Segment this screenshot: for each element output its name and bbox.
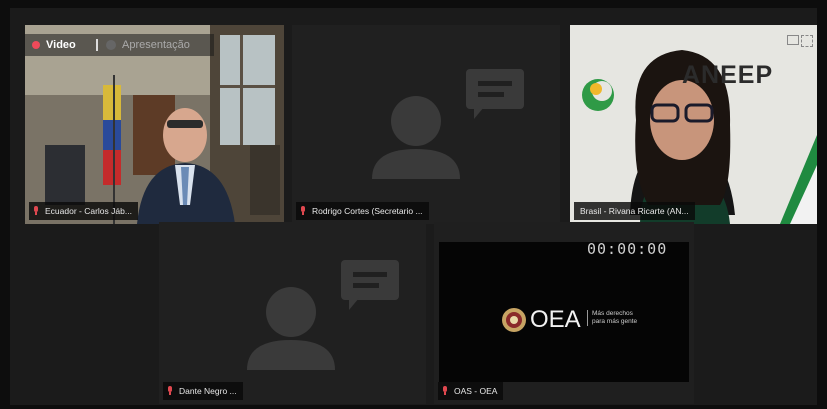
- participant-tile-oas[interactable]: 00:00:00 OEA Más derechos para más gente…: [434, 222, 694, 404]
- mic-muted-icon: [168, 386, 172, 395]
- presentation-mode-indicator-icon: [106, 40, 116, 50]
- video-mode-indicator-icon: [32, 41, 40, 49]
- mic-muted-icon: [443, 386, 447, 395]
- mic-muted-icon: [34, 206, 38, 215]
- video-view-option[interactable]: Video: [46, 34, 76, 56]
- oea-logo-text: OEA: [530, 306, 581, 333]
- aneep-logo: ANEEP: [682, 61, 774, 89]
- participant-name-label: Rodrigo Cortes (Secretario ...: [296, 202, 429, 220]
- view-mode-toggle: Video Apresentação: [24, 34, 214, 56]
- timer-display: 00:00:00: [587, 240, 668, 258]
- participant-name-label: Brasil - Rivana Ricarte (AN...: [574, 202, 695, 220]
- participant-tile-brasil[interactable]: ANEEP Brasil - Rivana Ricarte (AN...: [570, 25, 817, 224]
- brasil-video-feed: [570, 25, 817, 224]
- video-grid: Ecuador - Carlos Jáb... Rodrigo Cortes (…: [10, 8, 817, 405]
- participant-name-label: OAS - OEA: [438, 382, 504, 400]
- fullscreen-icon[interactable]: [801, 35, 813, 47]
- participant-avatar-icon: [372, 69, 524, 179]
- participant-tile-dante[interactable]: Dante Negro ...: [159, 222, 426, 404]
- participant-tile-rodrigo[interactable]: Rodrigo Cortes (Secretario ...: [292, 25, 560, 224]
- presentation-view-option[interactable]: Apresentação: [122, 34, 190, 56]
- minimize-icon[interactable]: [787, 35, 799, 45]
- oea-seal-icon: [502, 308, 526, 332]
- participant-name-label: Dante Negro ...: [163, 382, 243, 400]
- participant-name-label: Ecuador - Carlos Jáb...: [29, 202, 138, 220]
- toggle-divider: [96, 39, 98, 51]
- mic-muted-icon: [301, 206, 305, 215]
- participant-avatar-icon: [247, 260, 399, 370]
- oea-tagline: Más derechos para más gente: [587, 310, 642, 326]
